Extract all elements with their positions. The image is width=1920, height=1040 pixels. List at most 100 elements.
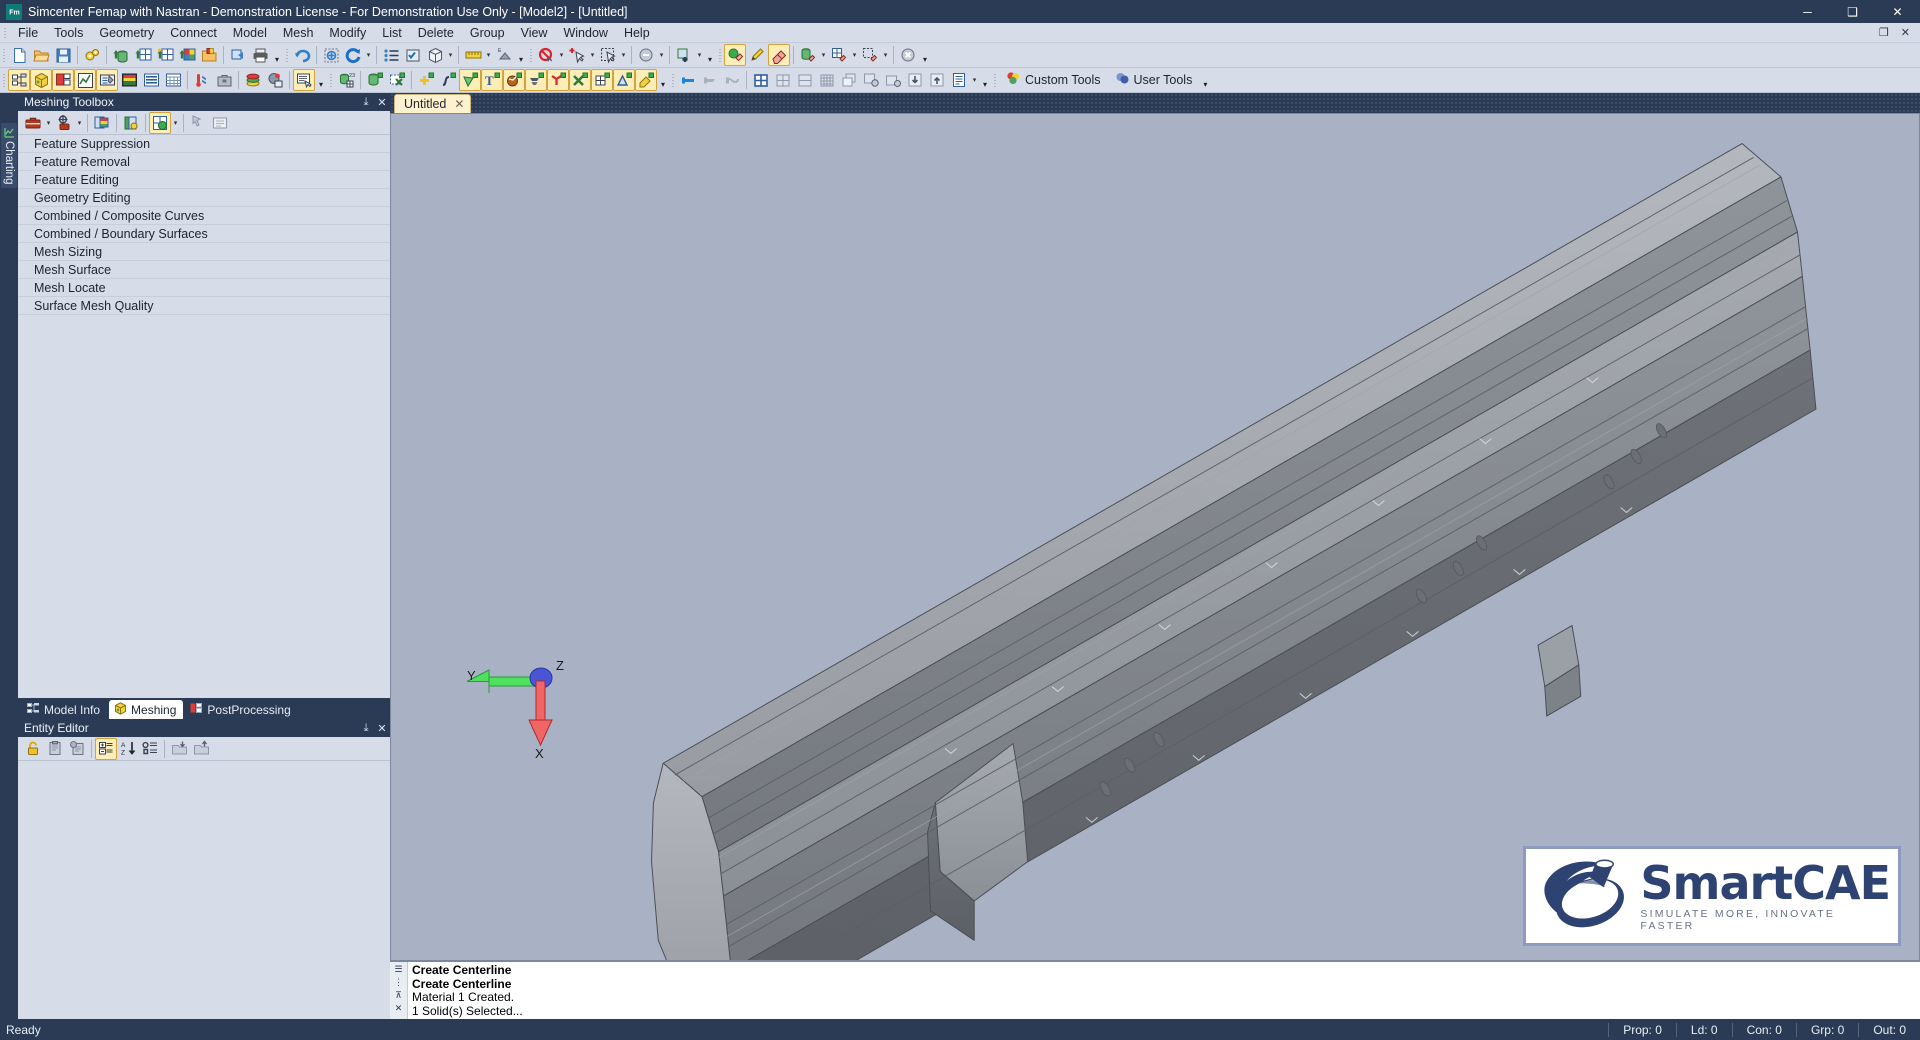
mesh-import-icon[interactable] — [132, 44, 154, 66]
pencil-icon[interactable] — [746, 44, 768, 66]
triangle-add-icon[interactable] — [613, 69, 635, 91]
region-erase-icon[interactable] — [859, 44, 881, 66]
properties-icon[interactable] — [264, 69, 286, 91]
add-view-icon[interactable] — [320, 44, 342, 66]
color-palette-icon[interactable] — [91, 112, 113, 134]
select-add-mesh-icon[interactable] — [673, 44, 695, 66]
pin-icon[interactable]: ⤓ — [358, 722, 374, 735]
model-viewport[interactable]: Y Z X SmartCAE SIMULATE MORE, INNOVATE F… — [390, 113, 1920, 961]
toolbox-item-combined-boundary-surfaces[interactable]: Combined / Boundary Surfaces — [18, 225, 390, 243]
surface-add-icon[interactable] — [459, 69, 481, 91]
pin-icon[interactable]: ⊼ — [395, 990, 402, 1001]
chevron-down-icon[interactable]: ▾ — [657, 44, 666, 66]
toolbox-item-mesh-surface[interactable]: Mesh Surface — [18, 261, 390, 279]
grid-add-icon[interactable] — [591, 69, 613, 91]
chevron-down-icon[interactable]: ▾ — [819, 44, 828, 66]
save-icon[interactable] — [190, 738, 212, 760]
toolbox-icon[interactable] — [213, 69, 235, 91]
chevron-down-icon[interactable]: ▾ — [44, 112, 53, 134]
print-icon[interactable] — [249, 44, 271, 66]
view-options-icon[interactable] — [402, 44, 424, 66]
layers-icon[interactable] — [242, 69, 264, 91]
chevron-down-icon[interactable]: ▾ — [446, 44, 455, 66]
mesh-erase-icon[interactable] — [828, 44, 850, 66]
chart-icon[interactable] — [74, 69, 96, 91]
clear-icon[interactable] — [897, 44, 919, 66]
toolbar-overflow-button[interactable]: ▾ — [919, 44, 931, 66]
color-mesh-icon[interactable] — [176, 44, 198, 66]
toolbar-grip-icon[interactable] — [283, 44, 291, 66]
solid-erase-icon[interactable] — [797, 44, 819, 66]
mass-props-icon[interactable]: E — [493, 44, 515, 66]
group-list-icon[interactable] — [139, 738, 161, 760]
target-toolbox-icon[interactable] — [53, 112, 75, 134]
paint-add-icon[interactable] — [635, 69, 657, 91]
toolbar-overflow-button[interactable]: ▾ — [515, 44, 527, 66]
text-add-icon[interactable]: T — [481, 69, 503, 91]
close-icon[interactable]: ✕ — [374, 96, 390, 109]
mesh-x-icon[interactable] — [386, 69, 408, 91]
list-panel-icon[interactable] — [209, 112, 231, 134]
document-tab-untitled[interactable]: Untitled ✕ — [394, 94, 472, 113]
toolbox-item-feature-editing[interactable]: Feature Editing — [18, 171, 390, 189]
chevron-down-icon[interactable]: ▾ — [364, 44, 373, 66]
menu-item-list[interactable]: List — [374, 23, 409, 43]
mesh-highlight-icon[interactable] — [120, 112, 142, 134]
chevron-down-icon[interactable]: ▾ — [850, 44, 859, 66]
toolbox-item-mesh-sizing[interactable]: Mesh Sizing — [18, 243, 390, 261]
chevron-down-icon[interactable]: ▾ — [970, 69, 979, 91]
measure-ruler-icon[interactable] — [462, 44, 484, 66]
toolbox-red-icon[interactable] — [22, 112, 44, 134]
dock-tab-model-info[interactable]: Model Info — [22, 700, 107, 719]
menu-item-model[interactable]: Model — [225, 23, 275, 43]
chevron-down-icon[interactable]: ▾ — [484, 44, 493, 66]
volume-add-icon[interactable] — [503, 69, 525, 91]
menu-item-group[interactable]: Group — [462, 23, 513, 43]
api-table-icon[interactable] — [162, 69, 184, 91]
messages-icon[interactable]: ☰ — [394, 964, 402, 975]
deselect-icon[interactable] — [535, 44, 557, 66]
add-select-icon[interactable] — [566, 44, 588, 66]
hide-others-icon[interactable] — [721, 69, 743, 91]
window-grid-icon[interactable] — [816, 69, 838, 91]
user-tools-button[interactable]: User Tools — [1108, 69, 1200, 91]
custom-tools-button[interactable]: Custom Tools — [999, 69, 1108, 91]
charting-tab[interactable]: Charting — [1, 123, 17, 189]
sort-az-icon[interactable]: AZ — [117, 738, 139, 760]
chevron-down-icon[interactable]: ▾ — [75, 112, 84, 134]
mdi-restore-button[interactable]: ❐ — [1873, 26, 1895, 39]
menu-item-file[interactable]: File — [10, 23, 46, 43]
toolbox-item-geometry-editing[interactable]: Geometry Editing — [18, 189, 390, 207]
chevron-down-icon[interactable]: ▾ — [171, 112, 180, 134]
menu-item-view[interactable]: View — [513, 23, 556, 43]
download-icon[interactable] — [904, 69, 926, 91]
dock-tab-postprocessing[interactable]: PostProcessing — [185, 700, 297, 719]
unselect-all-icon[interactable] — [635, 44, 657, 66]
toolbar-overflow-button[interactable]: ▾ — [271, 44, 283, 66]
window-4-icon[interactable] — [750, 69, 772, 91]
toolbar-overflow-button[interactable]: ▾ — [657, 69, 669, 91]
entity-editor-icon[interactable] — [96, 69, 118, 91]
solid-icon[interactable] — [364, 69, 386, 91]
messages-icon[interactable] — [293, 69, 315, 91]
show-entity-icon[interactable] — [677, 69, 699, 91]
menu-item-window[interactable]: Window — [555, 23, 615, 43]
grip-icon[interactable]: ⋮ — [394, 977, 403, 988]
undo-icon[interactable] — [291, 44, 313, 66]
close-button[interactable]: ✕ — [1875, 0, 1920, 23]
point-erase-icon[interactable] — [724, 44, 746, 66]
menu-grip-icon[interactable] — [0, 23, 10, 43]
mesh-green-icon[interactable] — [149, 111, 171, 134]
chevron-down-icon[interactable]: ▾ — [619, 44, 628, 66]
close-icon[interactable]: ✕ — [454, 97, 464, 111]
axis-add-icon[interactable] — [547, 69, 569, 91]
extrude-add-icon[interactable] — [525, 69, 547, 91]
menu-item-delete[interactable]: Delete — [410, 23, 462, 43]
point-add-icon[interactable] — [415, 69, 437, 91]
toolbar-grip-icon[interactable] — [527, 44, 535, 66]
toolbox-item-mesh-locate[interactable]: Mesh Locate — [18, 279, 390, 297]
mdi-close-button[interactable]: ✕ — [1895, 26, 1916, 39]
window-tile-icon[interactable] — [772, 69, 794, 91]
view-cube-icon[interactable] — [424, 44, 446, 66]
view-gear-icon[interactable] — [860, 69, 882, 91]
